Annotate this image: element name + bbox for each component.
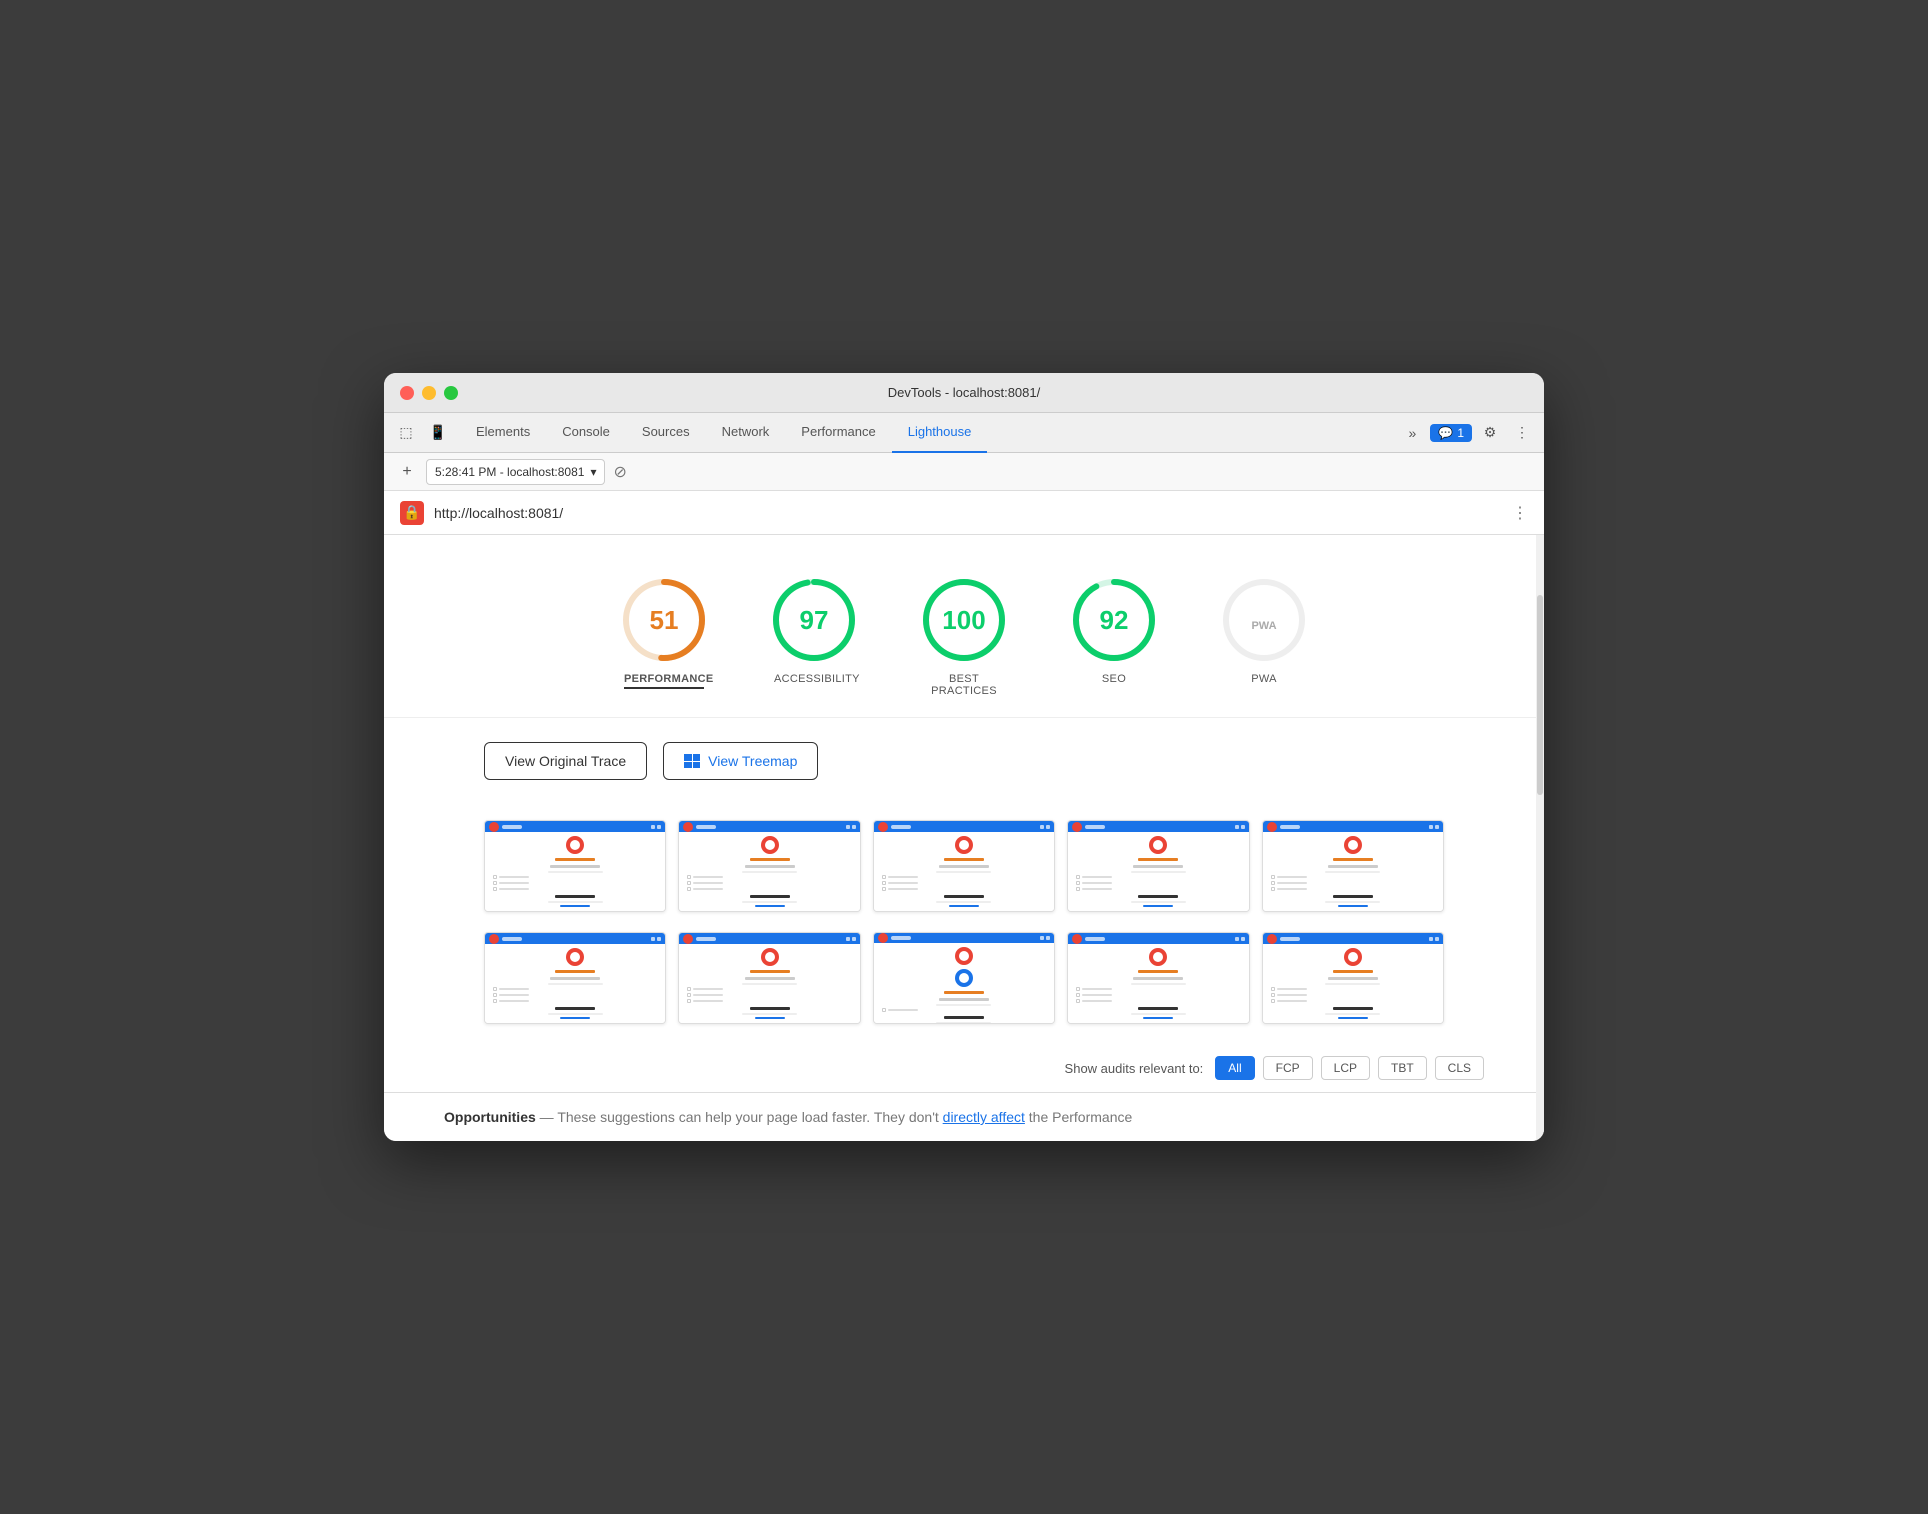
audit-filters: Show audits relevant to: All FCP LCP TBT… bbox=[384, 1044, 1544, 1092]
title-bar: DevTools - localhost:8081/ bbox=[384, 373, 1544, 413]
notification-count: 1 bbox=[1457, 426, 1464, 440]
tab-lighthouse[interactable]: Lighthouse bbox=[892, 413, 988, 453]
score-value-seo: 92 bbox=[1100, 605, 1129, 636]
scores-section: 51 Performance 97 Accessibility bbox=[384, 535, 1544, 718]
score-circle-best-practices: 100 bbox=[919, 575, 1009, 665]
tab-elements[interactable]: Elements bbox=[460, 413, 546, 453]
score-value-accessibility: 97 bbox=[800, 605, 829, 636]
audit-filters-label: Show audits relevant to: bbox=[1065, 1061, 1204, 1076]
treemap-cell bbox=[684, 762, 692, 769]
site-favicon: 🔒 bbox=[400, 501, 424, 525]
chat-icon: 💬 bbox=[1438, 426, 1453, 440]
screenshot-thumb[interactable] bbox=[484, 820, 666, 912]
main-content: 51 Performance 97 Accessibility bbox=[384, 535, 1544, 1141]
treemap-icon bbox=[684, 754, 700, 768]
block-icon: ⊘ bbox=[613, 462, 626, 482]
screenshots-grid-row2 bbox=[384, 932, 1544, 1044]
score-label-best-practices: Best Practices bbox=[924, 673, 1004, 697]
url-text: http://localhost:8081/ bbox=[434, 505, 1502, 521]
score-value-performance: 51 bbox=[650, 605, 679, 636]
filter-tbt-button[interactable]: TBT bbox=[1378, 1056, 1427, 1080]
screenshot-thumb[interactable] bbox=[484, 932, 666, 1024]
url-bar: 🔒 http://localhost:8081/ ⋮ bbox=[384, 491, 1544, 535]
scrollbar[interactable] bbox=[1536, 535, 1544, 1141]
view-treemap-button[interactable]: View Treemap bbox=[663, 742, 818, 780]
screenshot-thumb[interactable] bbox=[1067, 820, 1249, 912]
treemap-cell bbox=[693, 754, 701, 761]
opportunities-link[interactable]: directly affect bbox=[943, 1109, 1025, 1125]
dropdown-arrow-icon: ▾ bbox=[590, 465, 596, 479]
opportunities-dash: — bbox=[540, 1109, 558, 1125]
view-original-trace-button[interactable]: View Original Trace bbox=[484, 742, 647, 780]
scrollbar-thumb[interactable] bbox=[1537, 595, 1543, 795]
notifications-button[interactable]: 💬 1 bbox=[1430, 424, 1472, 442]
screenshot-thumb[interactable] bbox=[678, 820, 860, 912]
score-performance[interactable]: 51 Performance bbox=[619, 575, 709, 697]
address-field[interactable]: 5:28:41 PM - localhost:8081 ▾ bbox=[426, 459, 605, 485]
screenshot-thumb[interactable] bbox=[678, 932, 860, 1024]
close-button[interactable] bbox=[400, 386, 414, 400]
score-label-accessibility: Accessibility bbox=[774, 673, 854, 685]
screenshots-grid-row1 bbox=[384, 804, 1544, 932]
score-seo[interactable]: 92 SEO bbox=[1069, 575, 1159, 697]
score-label-pwa: PWA bbox=[1251, 673, 1277, 685]
score-accessibility[interactable]: 97 Accessibility bbox=[769, 575, 859, 697]
devtools-more-button[interactable]: ⋮ bbox=[1508, 419, 1536, 447]
tab-network[interactable]: Network bbox=[706, 413, 786, 453]
opportunities-bar: Opportunities — These suggestions can he… bbox=[384, 1092, 1544, 1141]
screenshot-thumb[interactable] bbox=[873, 820, 1055, 912]
url-more-button[interactable]: ⋮ bbox=[1512, 503, 1528, 523]
score-label-seo: SEO bbox=[1102, 673, 1126, 685]
tab-bar-right: » 💬 1 ⚙ ⋮ bbox=[1398, 419, 1536, 447]
address-text: 5:28:41 PM - localhost:8081 bbox=[435, 465, 584, 479]
minimize-button[interactable] bbox=[422, 386, 436, 400]
devtools-window: DevTools - localhost:8081/ ⬚ 📱 Elements … bbox=[384, 373, 1544, 1141]
tab-sources[interactable]: Sources bbox=[626, 413, 706, 453]
window-title: DevTools - localhost:8081/ bbox=[888, 385, 1040, 400]
screenshot-thumb[interactable] bbox=[1262, 932, 1444, 1024]
buttons-row: View Original Trace View Treemap bbox=[384, 718, 1544, 804]
settings-button[interactable]: ⚙ bbox=[1476, 419, 1504, 447]
score-value-pwa: PWA bbox=[1251, 605, 1276, 636]
tab-performance[interactable]: Performance bbox=[785, 413, 891, 453]
inspector-icon[interactable]: ⬚ bbox=[392, 419, 420, 447]
more-tabs-button[interactable]: » bbox=[1398, 419, 1426, 447]
opportunities-description-end: the Performance bbox=[1029, 1109, 1133, 1125]
filter-cls-button[interactable]: CLS bbox=[1435, 1056, 1484, 1080]
treemap-cell bbox=[693, 762, 701, 769]
main-wrapper: 51 Performance 97 Accessibility bbox=[384, 535, 1544, 1141]
opportunities-title: Opportunities bbox=[444, 1109, 536, 1125]
maximize-button[interactable] bbox=[444, 386, 458, 400]
score-circle-performance: 51 bbox=[619, 575, 709, 665]
tab-bar: ⬚ 📱 Elements Console Sources Network Per… bbox=[384, 413, 1544, 453]
screenshot-inner bbox=[485, 821, 665, 911]
opportunities-description-start: These suggestions can help your page loa… bbox=[557, 1109, 938, 1125]
device-toolbar-icon[interactable]: 📱 bbox=[424, 419, 452, 447]
screenshot-thumb[interactable] bbox=[1067, 932, 1249, 1024]
score-circle-accessibility: 97 bbox=[769, 575, 859, 665]
score-circle-pwa: PWA bbox=[1219, 575, 1309, 665]
filter-fcp-button[interactable]: FCP bbox=[1263, 1056, 1313, 1080]
score-label-performance: Performance bbox=[624, 673, 704, 689]
score-circle-seo: 92 bbox=[1069, 575, 1159, 665]
screenshot-thumb[interactable] bbox=[1262, 820, 1444, 912]
address-bar: + 5:28:41 PM - localhost:8081 ▾ ⊘ bbox=[384, 453, 1544, 491]
tab-bar-icons: ⬚ 📱 bbox=[392, 419, 452, 447]
new-tab-button[interactable]: + bbox=[396, 461, 418, 483]
treemap-cell bbox=[684, 754, 692, 761]
screenshot-thumb[interactable] bbox=[873, 932, 1055, 1024]
score-best-practices[interactable]: 100 Best Practices bbox=[919, 575, 1009, 697]
window-controls bbox=[400, 386, 458, 400]
score-pwa[interactable]: PWA PWA bbox=[1219, 575, 1309, 697]
filter-all-button[interactable]: All bbox=[1215, 1056, 1254, 1080]
filter-lcp-button[interactable]: LCP bbox=[1321, 1056, 1370, 1080]
score-value-best-practices: 100 bbox=[942, 605, 985, 636]
tab-console[interactable]: Console bbox=[546, 413, 626, 453]
